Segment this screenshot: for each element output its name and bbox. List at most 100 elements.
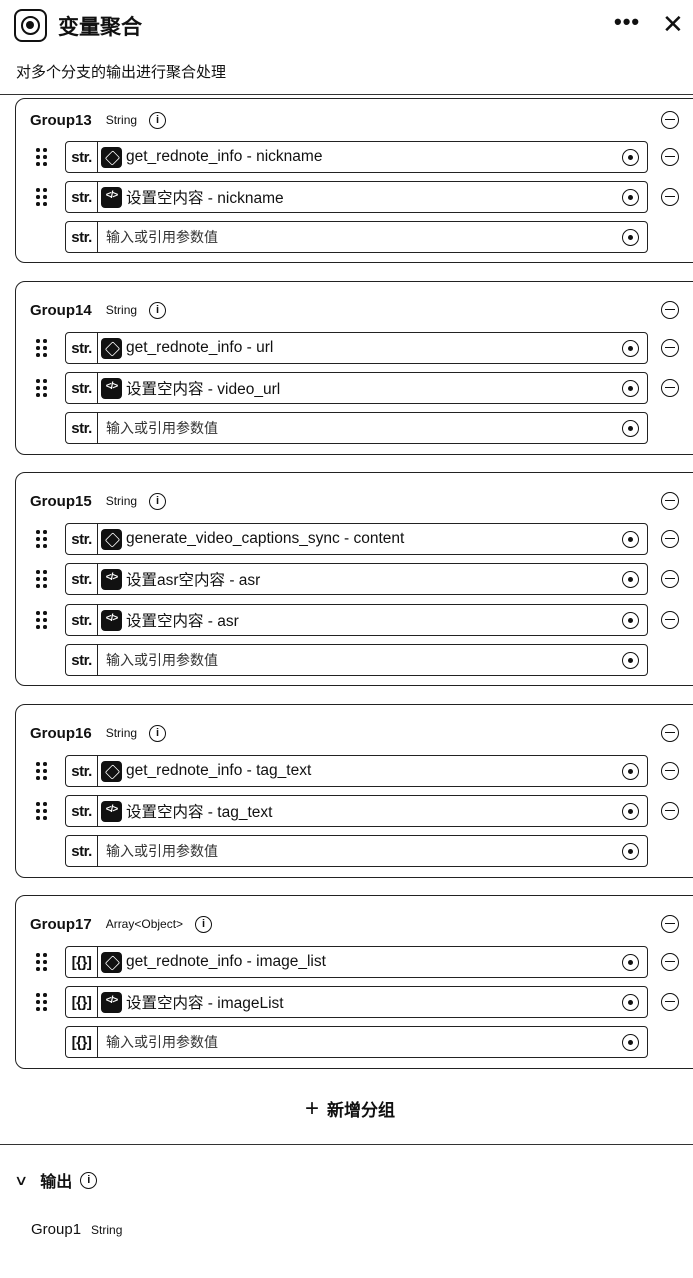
variable-reference-field[interactable]: [{}] get_rednote_info - image_list [65, 946, 648, 978]
group-name[interactable]: Group15 [30, 493, 92, 510]
drag-handle-icon[interactable] [36, 339, 48, 357]
info-icon[interactable]: i [149, 301, 167, 319]
remove-variable-icon[interactable] [661, 148, 679, 166]
variable-group: Group17 Array<Object> i [{}] get_rednote_inf… [15, 895, 693, 1069]
remove-variable-icon[interactable] [661, 802, 679, 820]
drag-handle-icon[interactable] [36, 530, 48, 548]
reference-picker-icon[interactable] [622, 229, 639, 246]
remove-variable-icon[interactable] [661, 379, 679, 397]
remove-variable-icon[interactable] [661, 953, 679, 971]
add-group-button[interactable]: + 新增分组 [305, 1096, 395, 1121]
group-header: Group17 Array<Object> i [30, 914, 213, 934]
reference-picker-icon[interactable] [622, 189, 639, 206]
group-name[interactable]: Group13 [30, 112, 92, 129]
variable-reference-field[interactable]: str. get_rednote_info - tag_text [65, 755, 648, 787]
variable-reference-field[interactable]: str. 设置空内容 - video_url [65, 372, 648, 404]
remove-variable-icon[interactable] [661, 762, 679, 780]
input-placeholder: 输入或引用参数值 [106, 420, 218, 436]
variable-input-field[interactable]: str. 输入或引用参数值 [65, 835, 648, 867]
info-icon[interactable]: i [149, 724, 167, 742]
drag-handle-icon[interactable] [36, 611, 48, 629]
variable-reference-field[interactable]: str. 设置asr空内容 - asr [65, 563, 648, 595]
plugin-node-icon [101, 760, 122, 782]
variable-row: str. generate_video_captions_sync - conte… [16, 523, 693, 555]
variable-reference-field[interactable]: str. generate_video_captions_sync - conte… [65, 523, 648, 555]
variable-reference-field[interactable]: str. 设置空内容 - asr [65, 604, 648, 636]
reference-picker-icon[interactable] [622, 803, 639, 820]
remove-variable-icon[interactable] [661, 611, 679, 629]
reference-picker-icon[interactable] [622, 571, 639, 588]
variable-reference-field[interactable]: str. 设置空内容 - nickname [65, 181, 648, 213]
variable-input-field[interactable]: [{}] 输入或引用参数值 [65, 1026, 648, 1058]
drag-handle-icon[interactable] [36, 379, 48, 397]
variable-reference-field[interactable]: str. 设置空内容 - tag_text [65, 795, 648, 827]
reference-text: get_rednote_info - image_list [126, 953, 326, 970]
remove-group-icon[interactable] [661, 111, 679, 129]
reference-text: get_rednote_info - nickname [126, 148, 323, 165]
info-icon[interactable]: i [149, 492, 167, 510]
variable-input-field[interactable]: str. 输入或引用参数值 [65, 644, 648, 676]
variable-reference-field[interactable]: str. get_rednote_info - url [65, 332, 648, 364]
type-tag: str. [66, 182, 98, 212]
remove-group-icon[interactable] [661, 724, 679, 742]
remove-variable-icon[interactable] [661, 570, 679, 588]
drag-handle-icon[interactable] [36, 188, 48, 206]
reference-picker-icon[interactable] [622, 531, 639, 548]
reference-picker-icon[interactable] [622, 340, 639, 357]
remove-group-icon[interactable] [661, 492, 679, 510]
remove-group-icon[interactable] [661, 301, 679, 319]
variable-input-field[interactable]: str. 输入或引用参数值 [65, 221, 648, 253]
remove-variable-icon[interactable] [661, 530, 679, 548]
info-icon[interactable]: i [195, 915, 213, 933]
variable-row: str. get_rednote_info - url [16, 332, 693, 364]
drag-handle-icon[interactable] [36, 993, 48, 1011]
close-icon[interactable]: ✕ [662, 10, 688, 38]
reference-text: get_rednote_info - url [126, 339, 274, 356]
reference-text: 设置asr空内容 - asr [126, 572, 261, 589]
reference-picker-icon[interactable] [622, 149, 639, 166]
remove-variable-icon[interactable] [661, 339, 679, 357]
input-placeholder: 输入或引用参数值 [106, 1034, 218, 1050]
remove-group-icon[interactable] [661, 915, 679, 933]
group-type: String [105, 303, 138, 317]
reference-text: 设置空内容 - imageList [126, 995, 284, 1012]
variable-input-field[interactable]: str. 输入或引用参数值 [65, 412, 648, 444]
reference-picker-icon[interactable] [622, 954, 639, 971]
type-tag: str. [66, 605, 98, 635]
reference-picker-icon[interactable] [622, 763, 639, 780]
drag-handle-icon[interactable] [36, 953, 48, 971]
drag-handle-icon[interactable] [36, 762, 48, 780]
reference-picker-icon[interactable] [622, 420, 639, 437]
drag-handle-icon[interactable] [36, 148, 48, 166]
group-type: Array<Object> [105, 917, 184, 931]
reference-picker-icon[interactable] [622, 1034, 639, 1051]
reference-picker-icon[interactable] [622, 843, 639, 860]
output-label: 输出 [40, 1174, 73, 1191]
reference-picker-icon[interactable] [622, 380, 639, 397]
reference-picker-icon[interactable] [622, 994, 639, 1011]
variable-reference-field[interactable]: [{}] 设置空内容 - imageList [65, 986, 648, 1018]
reference-picker-icon[interactable] [622, 612, 639, 629]
remove-variable-icon[interactable] [661, 188, 679, 206]
drag-handle-icon[interactable] [36, 570, 48, 588]
remove-variable-icon[interactable] [661, 993, 679, 1011]
reference-picker-icon[interactable] [622, 652, 639, 669]
code-node-icon [101, 568, 122, 590]
drag-handle-icon[interactable] [36, 802, 48, 820]
group-name[interactable]: Group14 [30, 302, 92, 319]
type-tag: str. [66, 756, 98, 786]
group-name[interactable]: Group17 [30, 916, 92, 933]
variable-row: str. 设置空内容 - video_url [16, 372, 693, 404]
group-name[interactable]: Group16 [30, 725, 92, 742]
code-node-icon [101, 800, 122, 822]
info-icon[interactable]: i [80, 1171, 98, 1189]
info-icon[interactable]: i [149, 111, 167, 129]
output-item: Group1 String [31, 1221, 122, 1238]
output-section-header[interactable]: ∨ 输出 i [14, 1168, 98, 1192]
group-type: String [105, 494, 138, 508]
more-options-icon[interactable]: ••• [614, 11, 642, 36]
plugin-node-icon [101, 951, 122, 973]
chevron-down-icon[interactable]: ∨ [14, 1172, 28, 1189]
variable-reference-field[interactable]: str. get_rednote_info - nickname [65, 141, 648, 173]
group-header: Group16 String i [30, 723, 167, 743]
